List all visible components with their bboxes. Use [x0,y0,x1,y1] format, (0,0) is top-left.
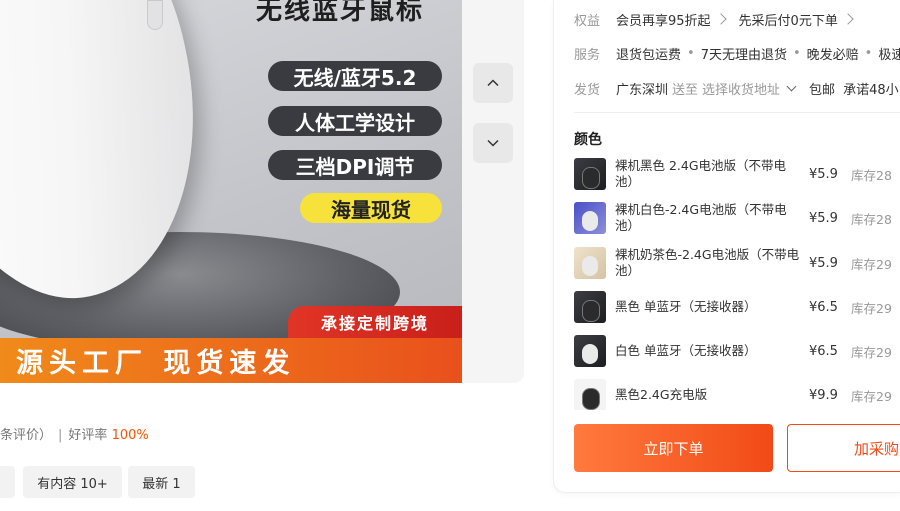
service-label: 服务 [574,47,601,63]
gallery-down-button[interactable] [473,123,513,163]
variant-name: 黑色 单蓝牙（无接收器） [615,299,757,314]
variant-stock: 库存29 [851,388,892,404]
variant-price: ¥5.9 [809,166,838,182]
shipping-row: 发货 广东深圳 送至 选择收货地址 包邮 承诺48小 [574,77,899,99]
benefits-label: 权益 [574,13,601,29]
positive-rate-label: 好评率 [68,428,108,443]
variant-stock: 库存29 [851,300,892,316]
variant-thumbnail [574,247,606,279]
review-separator: | [58,428,63,443]
delivery-promise: 承诺48小 [843,82,899,98]
feature-pill-ergonomic: 人体工学设计 [268,106,442,136]
image-headline: 无线蓝牙鼠标 [256,0,425,26]
variant-name: 裸机奶茶色-2.4G电池版（不带电池） [615,247,800,278]
variant-price: ¥5.9 [809,210,838,226]
review-count-suffix: 条评价） [0,428,53,443]
service-7day-return: 7天无理由退货 [700,47,787,63]
scroll-wheel [147,0,163,30]
variant-item[interactable]: 黑色2.4G充电版 ¥9.9 库存29 [574,373,900,410]
variant-thumbnail [574,379,606,410]
chevron-right-icon [842,13,854,25]
product-page: 无线蓝牙鼠标 无线/蓝牙5.2 人体工学设计 三档DPI调节 海量现货 承接定制… [0,0,900,511]
positive-rate-value: 100% [111,428,149,443]
ship-to-prefix: 送至 [672,82,699,98]
color-section-title: 颜色 [574,132,602,148]
variant-price: ¥6.5 [809,343,838,359]
variant-thumbnail [574,291,606,323]
variant-price: ¥5.9 [809,255,838,271]
variant-list[interactable]: 裸机黑色 2.4G电池版（不带电池） ¥5.9 库存28 裸机白色-2.4G电池… [574,150,900,410]
variant-item[interactable]: 白色 单蓝牙（无接收器） ¥6.5 库存29 [574,329,900,373]
variant-thumbnail [574,158,606,190]
variant-name: 裸机黑色 2.4G电池版（不带电池） [615,158,787,189]
variant-thumbnail [574,202,606,234]
feature-pill-dpi: 三档DPI调节 [268,150,442,180]
shipping-label: 发货 [574,82,601,98]
variant-stock: 库存28 [851,211,892,227]
benefits-row: 权益 会员再享95折起 先采后付0元下单 [574,8,866,30]
bottom-banner: 源头工厂 现货速发 [0,338,462,383]
product-main-image[interactable]: 无线蓝牙鼠标 无线/蓝牙5.2 人体工学设计 三档DPI调节 海量现货 承接定制… [0,0,462,383]
variant-stock: 库存28 [851,167,892,183]
variant-price: ¥9.9 [809,387,838,403]
pay-later-link[interactable]: 先采后付0元下单 [739,10,838,29]
variant-item[interactable]: 裸机黑色 2.4G电池版（不带电池） ¥5.9 库存28 [574,152,900,196]
add-to-purchase-button[interactable]: 加采购 [787,424,900,472]
promo-tag: 承接定制跨境 [288,306,462,338]
feature-pill-stock: 海量现货 [300,193,442,223]
variant-item[interactable]: 裸机奶茶色-2.4G电池版（不带电池） ¥5.9 库存29 [574,241,900,285]
ship-from: 广东深圳 [616,82,669,98]
variant-stock: 库存29 [851,344,892,360]
review-filter-all[interactable] [0,466,15,498]
variant-stock: 库存29 [851,256,892,272]
variant-item[interactable]: 黑色 单蓝牙（无接收器） ¥6.5 库存29 [574,285,900,329]
variant-name: 白色 单蓝牙（无接收器） [615,343,757,358]
gallery-up-button[interactable] [473,63,513,103]
chevron-down-icon[interactable] [786,81,797,91]
variant-name: 裸机白色-2.4G电池版（不带电池） [615,202,787,233]
variant-item[interactable]: 裸机白色-2.4G电池版（不带电池） ¥5.9 库存28 [574,196,900,240]
section-divider [574,112,900,113]
address-selector[interactable]: 选择收货地址 [702,79,780,98]
chevron-right-icon [714,13,727,25]
review-filter-latest[interactable]: 最新 1 [128,466,195,498]
service-return-shipping: 退货包运费 [616,47,682,63]
review-filter-with-content[interactable]: 有内容 10+ [23,466,122,498]
service-row: 服务 退货包运费 • 7天无理由退货 • 晚发必赔 • 极速 [574,42,900,64]
variant-thumbnail [574,335,606,367]
feature-pill-wireless: 无线/蓝牙5.2 [268,61,442,91]
image-gallery: 无线蓝牙鼠标 无线/蓝牙5.2 人体工学设计 三档DPI调节 海量现货 承接定制… [0,0,524,383]
member-discount-link[interactable]: 会员再享95折起 [616,10,711,29]
chevron-down-icon [487,139,499,147]
variant-price: ¥6.5 [809,299,838,315]
service-fast: 极速 [878,47,900,63]
service-late-compensation: 晚发必赔 [806,47,859,63]
review-summary: 条评价） | 好评率 100% [0,424,149,443]
variant-name: 黑色2.4G充电版 [615,387,708,402]
free-shipping: 包邮 [809,82,836,98]
buy-now-button[interactable]: 立即下单 [574,424,773,472]
chevron-up-icon [487,79,499,87]
